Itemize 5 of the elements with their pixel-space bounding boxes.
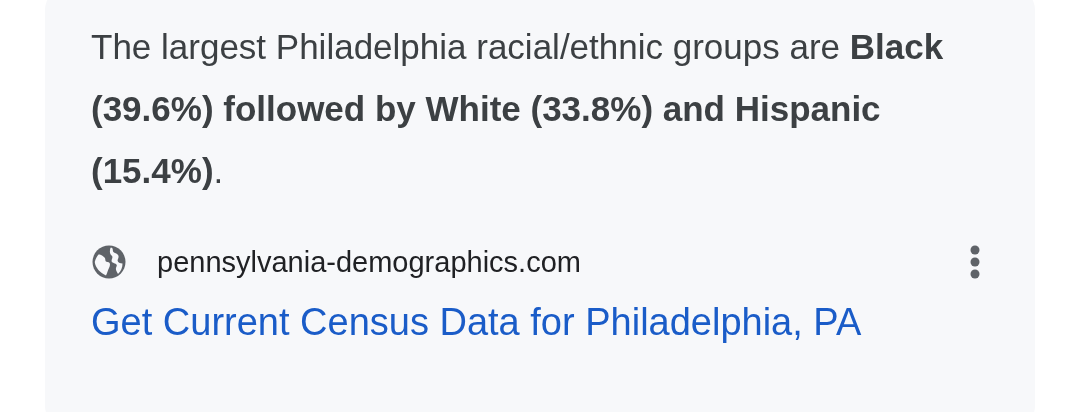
more-options-icon[interactable] [969,244,981,280]
result-title-link[interactable]: Get Current Census Data for Philadelphia, PA [91,292,971,352]
snippet-text: The largest Philadelphia racial/ethnic groups are Black (39.6%) followed by White (33.8%) and Hispanic (15.4%). [91,26,945,192]
source-domain: pennsylvania-demographics.com [157,245,581,279]
globe-icon [91,244,127,280]
